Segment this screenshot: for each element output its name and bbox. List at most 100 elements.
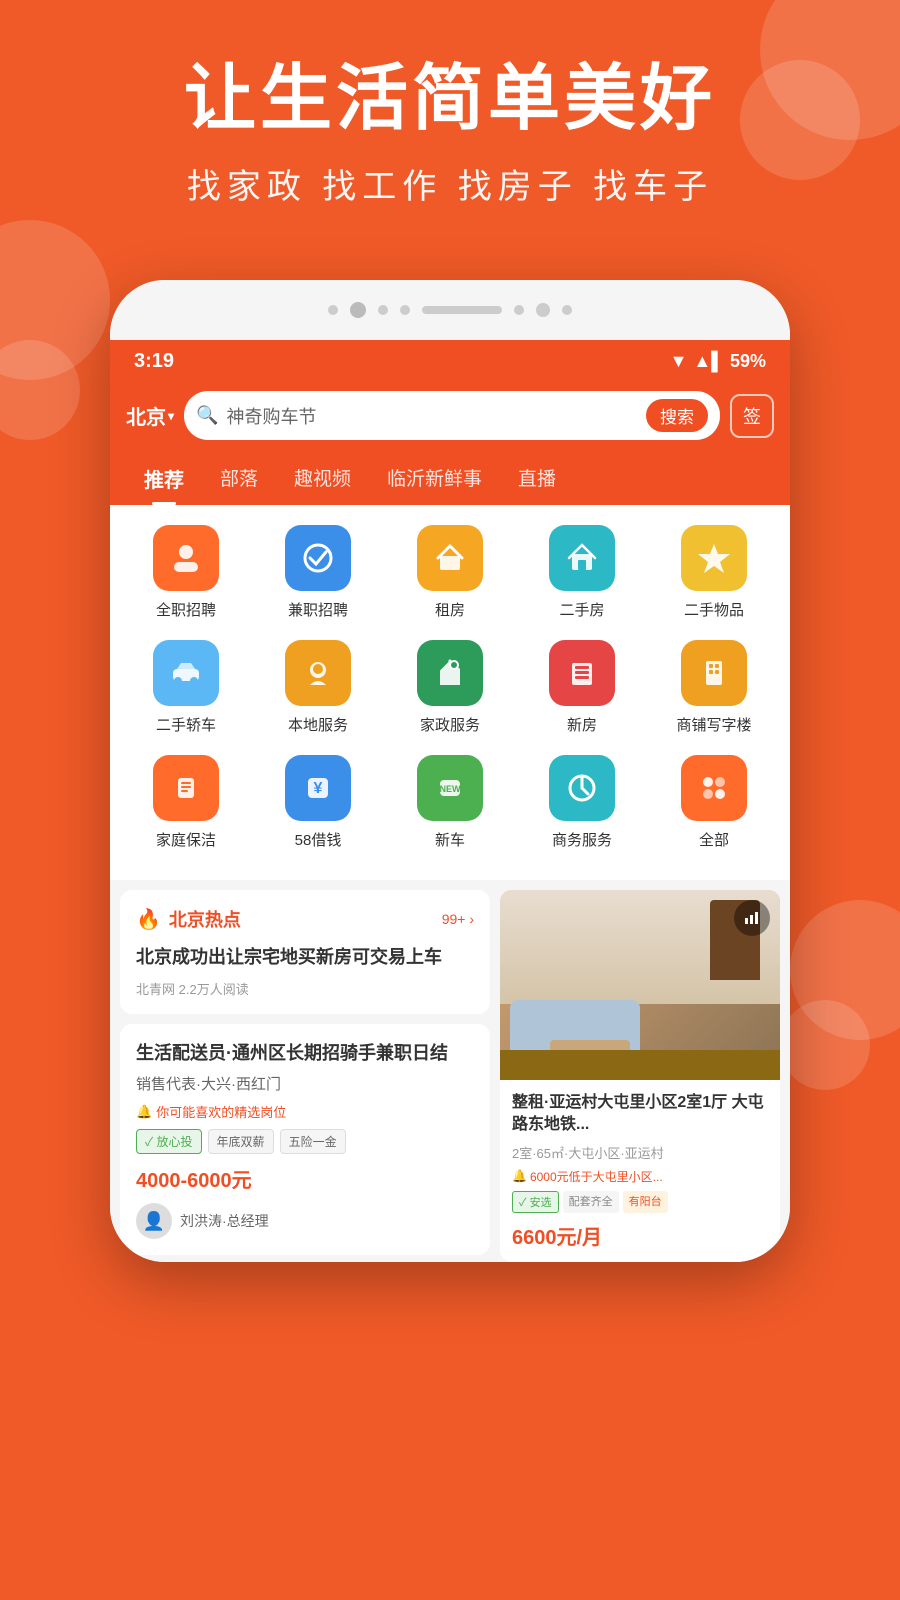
property-image xyxy=(500,890,780,1080)
tab-live[interactable]: 直播 xyxy=(500,454,574,505)
second-hand-house-icon xyxy=(549,525,615,591)
phone-dot-6 xyxy=(562,305,572,315)
tab-video[interactable]: 趣视频 xyxy=(276,454,369,505)
icon-business-service[interactable]: 商务服务 xyxy=(523,755,642,850)
home-cleaning-icon xyxy=(153,755,219,821)
sign-button[interactable]: 签 xyxy=(730,394,774,438)
property-alert: 🔔 6000元低于大屯里小区... xyxy=(512,1168,768,1185)
status-icons: ▼ ▲▌ 59% xyxy=(670,351,766,372)
job-tags: ✓ 放心投 年底双薪 五险一金 xyxy=(136,1129,474,1154)
new-house-label: 新房 xyxy=(567,714,597,735)
loan-label: 58借钱 xyxy=(295,829,342,850)
property-price: 6600元/月 xyxy=(512,1221,768,1250)
tab-recommend[interactable]: 推荐 xyxy=(126,454,202,505)
property-info: 整租·亚运村大屯里小区2室1厅 大屯路东地铁... 2室·65㎡·大屯小区·亚运… xyxy=(500,1080,780,1262)
icon-new-car[interactable]: NEW 新车 xyxy=(391,755,510,850)
local-service-label: 本地服务 xyxy=(288,714,348,735)
search-button[interactable]: 搜索 xyxy=(646,399,708,432)
second-hand-goods-label: 二手物品 xyxy=(684,599,744,620)
icon-home-cleaning[interactable]: 家庭保洁 xyxy=(127,755,246,850)
search-input[interactable]: 神奇购车节 xyxy=(226,403,638,429)
fire-icon: 🔥 xyxy=(136,907,161,932)
housekeeping-icon xyxy=(417,640,483,706)
housekeeping-label: 家政服务 xyxy=(420,714,480,735)
icon-second-hand-house[interactable]: 二手房 xyxy=(523,525,642,620)
job-poster-avatar: 👤 xyxy=(136,1203,172,1239)
phone-camera xyxy=(350,302,366,318)
job-title: 生活配送员·通州区长期招骑手兼职日结 xyxy=(136,1040,474,1067)
local-service-icon xyxy=(285,640,351,706)
parttime-job-icon xyxy=(285,525,351,591)
property-meta: 2室·65㎡·大屯小区·亚运村 xyxy=(512,1143,768,1162)
hot-news-title: 北京热点 xyxy=(169,906,241,932)
icon-local-service[interactable]: 本地服务 xyxy=(259,640,378,735)
status-time: 3:19 xyxy=(134,350,174,373)
icon-new-house[interactable]: 新房 xyxy=(523,640,642,735)
all-icon xyxy=(681,755,747,821)
commercial-icon xyxy=(681,640,747,706)
phone-dot-2 xyxy=(378,305,388,315)
business-service-icon xyxy=(549,755,615,821)
city-selector[interactable]: 北京 ▾ xyxy=(126,401,174,430)
status-bar: 3:19 ▼ ▲▌ 59% xyxy=(110,340,790,381)
phone-dot-3 xyxy=(400,305,410,315)
hot-news-arrow-icon: › xyxy=(469,911,474,927)
bell-small-icon: 🔔 xyxy=(512,1169,527,1183)
signal-icon: ▲▌ xyxy=(693,351,724,372)
job-subtitle: 销售代表·大兴·西红门 xyxy=(136,1073,474,1094)
job-tag-年底双薪: 年底双薪 xyxy=(208,1129,274,1154)
second-hand-house-label: 二手房 xyxy=(559,599,604,620)
phone-dot-5 xyxy=(536,303,550,317)
fulltime-job-icon xyxy=(153,525,219,591)
fulltime-job-label: 全职招聘 xyxy=(156,599,216,620)
phone-mockup: 3:19 ▼ ▲▌ 59% 北京 ▾ 🔍 神奇购车节 搜索 签 推荐 xyxy=(110,280,790,1262)
tab-local-news[interactable]: 临沂新鲜事 xyxy=(369,454,500,505)
new-house-icon xyxy=(549,640,615,706)
bg-circle-6 xyxy=(780,1000,870,1090)
job-tag-五险一金: 五险一金 xyxy=(280,1129,346,1154)
icon-loan[interactable]: ¥ 58借钱 xyxy=(259,755,378,850)
right-column: 整租·亚运村大屯里小区2室1厅 大屯路东地铁... 2室·65㎡·大屯小区·亚运… xyxy=(500,890,780,1262)
icon-rent[interactable]: 租房 xyxy=(391,525,510,620)
job-salary: 4000-6000元 xyxy=(136,1164,474,1193)
bg-circle-2 xyxy=(740,60,860,180)
prop-tag-有阳台: 有阳台 xyxy=(623,1191,668,1213)
prop-tag-安选: ✓ 安选 xyxy=(512,1191,559,1213)
job-card[interactable]: 生活配送员·通州区长期招骑手兼职日结 销售代表·大兴·西红门 🔔 你可能喜欢的精… xyxy=(120,1024,490,1255)
bell-icon: 🔔 xyxy=(136,1104,152,1120)
icons-grid: 全职招聘 兼职招聘 xyxy=(110,505,790,880)
icon-all[interactable]: 全部 xyxy=(655,755,774,850)
news-section: 🔥 北京热点 99+ › 北京成功出让宗宅地买新房可交易上车 北青网 2.2万人 xyxy=(110,890,790,1262)
icon-housekeeping[interactable]: 家政服务 xyxy=(391,640,510,735)
new-car-icon: NEW xyxy=(417,755,483,821)
icon-fulltime-job[interactable]: 全职招聘 xyxy=(127,525,246,620)
parttime-job-label: 兼职招聘 xyxy=(288,599,348,620)
tab-community[interactable]: 部落 xyxy=(202,454,276,505)
property-stats-icon xyxy=(734,900,770,936)
icon-commercial[interactable]: 商铺写字楼 xyxy=(655,640,774,735)
icon-second-hand-goods[interactable]: 二手物品 xyxy=(655,525,774,620)
search-icon: 🔍 xyxy=(196,405,218,426)
content-area: 全职招聘 兼职招聘 xyxy=(110,505,790,1262)
hot-news-card[interactable]: 🔥 北京热点 99+ › 北京成功出让宗宅地买新房可交易上车 北青网 2.2万人 xyxy=(120,890,490,1014)
business-service-label: 商务服务 xyxy=(552,829,612,850)
rent-label: 租房 xyxy=(435,599,465,620)
prop-tag-配套齐全: 配套齐全 xyxy=(563,1191,619,1213)
used-car-icon xyxy=(153,640,219,706)
icon-used-car[interactable]: 二手轿车 xyxy=(127,640,246,735)
wifi-icon: ▼ xyxy=(670,351,688,372)
hero-title: 让生活简单美好 xyxy=(50,60,850,139)
loan-icon: ¥ xyxy=(285,755,351,821)
property-card[interactable]: 整租·亚运村大屯里小区2室1厅 大屯路东地铁... 2室·65㎡·大屯小区·亚运… xyxy=(500,890,780,1262)
nav-tabs: 推荐 部落 趣视频 临沂新鲜事 直播 xyxy=(110,454,790,505)
phone-top-bar xyxy=(110,280,790,340)
hot-news-header: 🔥 北京热点 99+ › xyxy=(136,906,474,932)
battery-text: 59% xyxy=(730,351,766,372)
hero-subtitle: 找家政 找工作 找房子 找车子 xyxy=(50,159,850,208)
phone-dot-1 xyxy=(328,305,338,315)
icons-row-1: 全职招聘 兼职招聘 xyxy=(120,525,780,620)
search-box[interactable]: 🔍 神奇购车节 搜索 xyxy=(184,391,720,440)
left-column: 🔥 北京热点 99+ › 北京成功出让宗宅地买新房可交易上车 北青网 2.2万人 xyxy=(120,890,490,1262)
property-title: 整租·亚运村大屯里小区2室1厅 大屯路东地铁... xyxy=(512,1092,768,1137)
icon-parttime-job[interactable]: 兼职招聘 xyxy=(259,525,378,620)
